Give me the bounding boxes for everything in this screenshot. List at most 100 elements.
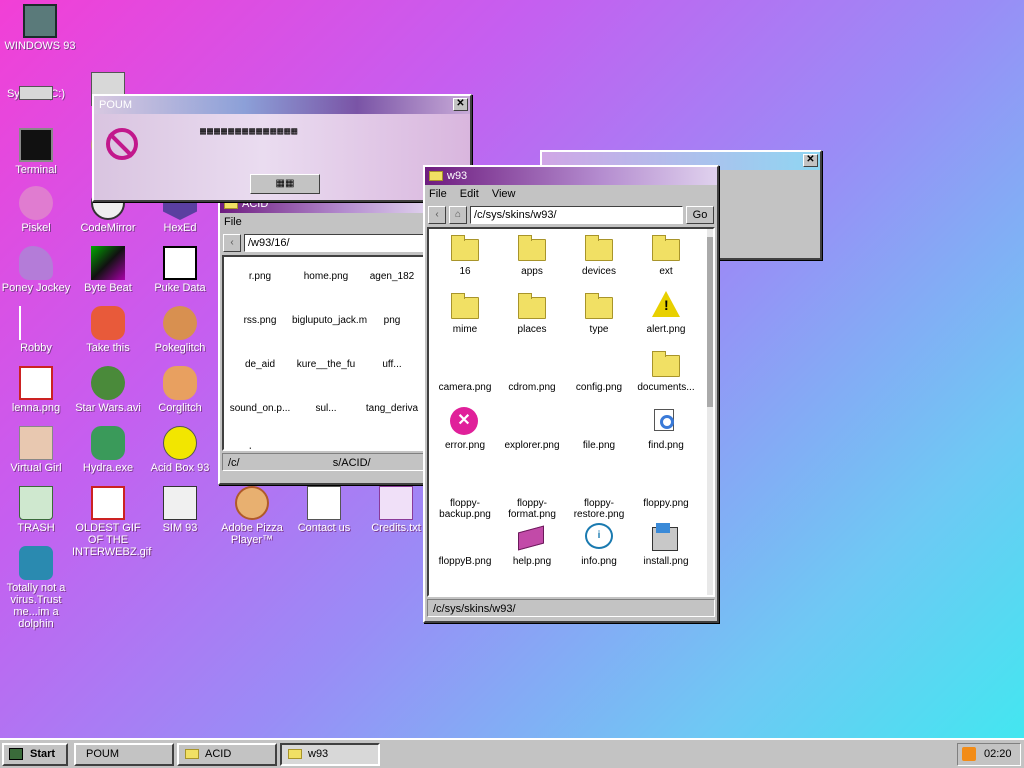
desktop-icon[interactable]: lenna.png xyxy=(0,366,72,414)
acid-status-bar: /c/ s/ACID/ xyxy=(222,453,426,471)
desktop-icon[interactable]: SIM 93 xyxy=(144,486,216,534)
desktop-icon[interactable]: Byte Beat xyxy=(72,246,144,294)
desktop-icon[interactable]: Totally not a virus.Trust me...im a dolp… xyxy=(0,546,72,630)
file-item[interactable]: sound_on.p... xyxy=(226,403,294,414)
file-item[interactable]: file.png xyxy=(565,407,633,451)
desktop-icon[interactable]: Poney Jockey xyxy=(0,246,72,294)
menu-file[interactable]: File xyxy=(429,188,447,200)
desktop-icon[interactable]: Credits.txt xyxy=(360,486,432,534)
home-button[interactable]: ⌂ xyxy=(449,206,467,224)
desktop-icon[interactable]: System (C:) xyxy=(0,72,72,100)
desktop-icon[interactable]: Piskel xyxy=(0,186,72,234)
file-item[interactable]: bigluputo_jack.m xyxy=(292,315,367,326)
file-item[interactable]: floppy-backup.png xyxy=(431,465,499,520)
desktop-icon[interactable]: Pokeglitch xyxy=(144,306,216,354)
w93-menubar: File Edit View xyxy=(425,185,717,203)
desktop-icon[interactable]: Corglitch xyxy=(144,366,216,414)
close-icon[interactable]: ✕ xyxy=(803,154,818,167)
desktop-icon[interactable]: TRASH xyxy=(0,486,72,534)
file-item[interactable]: phe_nc xyxy=(226,447,294,449)
desktop-icon[interactable]: Hydra.exe xyxy=(72,426,144,474)
file-item[interactable]: i info.png xyxy=(565,523,633,567)
terminal-icon xyxy=(19,128,53,162)
menu-file[interactable]: File xyxy=(224,216,242,228)
desktop-icon[interactable]: Robby xyxy=(0,306,72,354)
taskbar-item-acid[interactable]: ACID xyxy=(177,743,277,766)
desktop-icon[interactable]: WINDOWS 93 xyxy=(4,4,76,52)
file-item[interactable]: uff... xyxy=(358,359,424,370)
file-label: config.png xyxy=(575,382,623,393)
desktop-icon[interactable]: Adobe Pizza Player™ xyxy=(216,486,288,546)
file-item[interactable]: floppy.png xyxy=(632,465,700,509)
w93-window[interactable]: w93 File Edit View ‹ ⌂ /c/sys/skins/w93/… xyxy=(423,165,719,623)
poum-ok-button[interactable]: ▦▦ xyxy=(250,174,320,194)
desktop-icon[interactable]: Star Wars.avi xyxy=(72,366,144,414)
file-item[interactable]: explorer.png xyxy=(498,407,566,451)
file-item[interactable]: kure__the_fu xyxy=(292,359,360,370)
desktop-icon[interactable]: Take this xyxy=(72,306,144,354)
file-item[interactable]: ext xyxy=(632,233,700,277)
start-button[interactable]: Start xyxy=(2,743,68,766)
file-label: rss.png xyxy=(243,315,277,326)
file-item[interactable]: 16 xyxy=(431,233,499,277)
file-item[interactable]: documents... xyxy=(632,349,700,393)
desktop-icon[interactable]: Puke Data xyxy=(144,246,216,294)
scrollbar-thumb[interactable] xyxy=(707,237,713,407)
file-item[interactable]: de_aid xyxy=(226,359,294,370)
menu-edit[interactable]: Edit xyxy=(460,188,479,200)
take-this-icon xyxy=(91,306,125,340)
file-item[interactable]: type xyxy=(565,291,633,335)
file-item[interactable]: home.png xyxy=(292,271,360,282)
desktop-icon[interactable]: Contact us xyxy=(288,486,360,534)
file-item[interactable]: ! alert.png xyxy=(632,291,700,335)
file-item[interactable]: agen_182 xyxy=(358,271,424,282)
close-icon[interactable]: ✕ xyxy=(453,98,468,111)
desktop-icon-label: Adobe Pizza Player™ xyxy=(221,522,283,546)
robby-icon xyxy=(19,306,53,340)
file-item[interactable]: floppy-restore.png xyxy=(565,465,633,520)
poum-titlebar[interactable]: POUM ✕ xyxy=(94,96,470,114)
file-item[interactable]: install.png xyxy=(632,523,700,567)
file-item[interactable]: tang_deriva xyxy=(358,403,424,414)
acid-window[interactable]: ACID File ‹ /w93/16/ r.png home.png agen_1… xyxy=(218,193,430,485)
folder-icon xyxy=(583,291,615,321)
file-item[interactable]: ✕ error.png xyxy=(431,407,499,451)
file-item[interactable]: camera.png xyxy=(431,349,499,393)
file-item[interactable]: help.png xyxy=(498,523,566,567)
file-item[interactable]: rss.png xyxy=(226,315,294,326)
file-item[interactable]: cdrom.png xyxy=(498,349,566,393)
file-item[interactable]: floppyB.png xyxy=(431,523,499,567)
rss-icon[interactable] xyxy=(962,747,976,761)
desktop-icon[interactable]: OLDEST GIF OF THE INTERWEBZ.gif xyxy=(72,486,151,558)
w93-address-input[interactable]: /c/sys/skins/w93/ xyxy=(470,206,683,224)
file-item[interactable]: floppy-format.png xyxy=(498,465,566,520)
acid-address-input[interactable]: /w93/16/ xyxy=(244,234,425,252)
folder-icon xyxy=(429,171,443,181)
w93-titlebar[interactable]: w93 xyxy=(425,167,717,185)
file-item[interactable]: find.png xyxy=(632,407,700,451)
acid-address-bar: ‹ /w93/16/ xyxy=(220,231,428,255)
taskbar-item-w93[interactable]: w93 xyxy=(280,743,380,766)
back-button[interactable]: ‹ xyxy=(428,206,446,224)
back-button[interactable]: ‹ xyxy=(223,234,241,252)
file-item[interactable]: devices xyxy=(565,233,633,277)
desktop-icon[interactable]: Terminal xyxy=(0,128,72,176)
file-item[interactable]: r.png xyxy=(226,271,294,282)
poum-dialog[interactable]: POUM ✕ ▦▦▦▦▦▦▦▦▦▦▦▦▦▦ ▦▦ xyxy=(92,94,472,202)
file-icon xyxy=(449,349,481,379)
file-item[interactable]: png xyxy=(358,315,424,326)
file-item[interactable]: apps xyxy=(498,233,566,277)
file-item[interactable]: mime xyxy=(431,291,499,335)
taskbar-item-poum[interactable]: POUM xyxy=(74,743,174,766)
menu-view[interactable]: View xyxy=(492,188,516,200)
windows-93-icon xyxy=(23,4,57,38)
file-item[interactable]: config.png xyxy=(565,349,633,393)
file-item[interactable]: places xyxy=(498,291,566,335)
file-label: explorer.png xyxy=(504,440,560,451)
desktop-icon[interactable]: Virtual Girl xyxy=(0,426,72,474)
go-button[interactable]: Go xyxy=(686,206,714,224)
file-item[interactable]: sul... xyxy=(292,403,360,414)
scrollbar[interactable] xyxy=(707,229,713,595)
file-label: kure__the_fu xyxy=(296,359,356,370)
desktop-icon[interactable]: Acid Box 93 xyxy=(144,426,216,474)
